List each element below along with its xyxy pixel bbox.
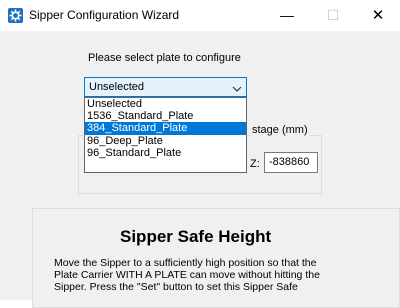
dropdown-option-96-standard-plate[interactable]: 96_Standard_Plate: [85, 147, 246, 159]
window-title: Sipper Configuration Wizard: [29, 8, 180, 22]
safe-height-title: Sipper Safe Height: [120, 227, 272, 246]
description-line: Move the Sipper to a sufficiently high p…: [54, 257, 317, 269]
description-line: Plate Carrier WITH A PLATE can move with…: [54, 269, 320, 281]
plate-select-dropdown[interactable]: Unselected 1536_Standard_Plate 384_Stand…: [84, 97, 247, 173]
dropdown-option-96-deep-plate[interactable]: 96_Deep_Plate: [85, 135, 246, 147]
dropdown-option-1536-standard-plate[interactable]: 1536_Standard_Plate: [85, 110, 246, 122]
stage-group-legend: stage (mm): [250, 124, 310, 136]
close-button[interactable]: ✕: [356, 0, 400, 31]
plate-select-value: Unselected: [89, 81, 145, 93]
dropdown-option-unselected[interactable]: Unselected: [85, 98, 246, 110]
description-line: Sipper. Press the "Set" button to set th…: [54, 281, 298, 293]
wizard-window: Sipper Configuration Wizard — ☐ ✕ Please…: [0, 0, 400, 308]
maximize-button[interactable]: ☐: [311, 0, 355, 31]
plate-select-combobox[interactable]: Unselected: [84, 77, 247, 97]
dropdown-option-384-standard-plate[interactable]: 384_Standard_Plate: [85, 122, 246, 135]
title-bar[interactable]: Sipper Configuration Wizard — ☐ ✕: [0, 0, 400, 31]
chevron-down-icon[interactable]: [231, 82, 243, 94]
z-label: Z:: [250, 158, 260, 170]
gear-icon: [8, 8, 23, 23]
plate-select-prompt: Please select plate to configure: [88, 52, 241, 64]
safe-height-description: Move the Sipper to a sufficiently high p…: [54, 257, 354, 293]
minimize-button[interactable]: —: [265, 0, 309, 31]
z-input[interactable]: -838860: [264, 152, 318, 173]
